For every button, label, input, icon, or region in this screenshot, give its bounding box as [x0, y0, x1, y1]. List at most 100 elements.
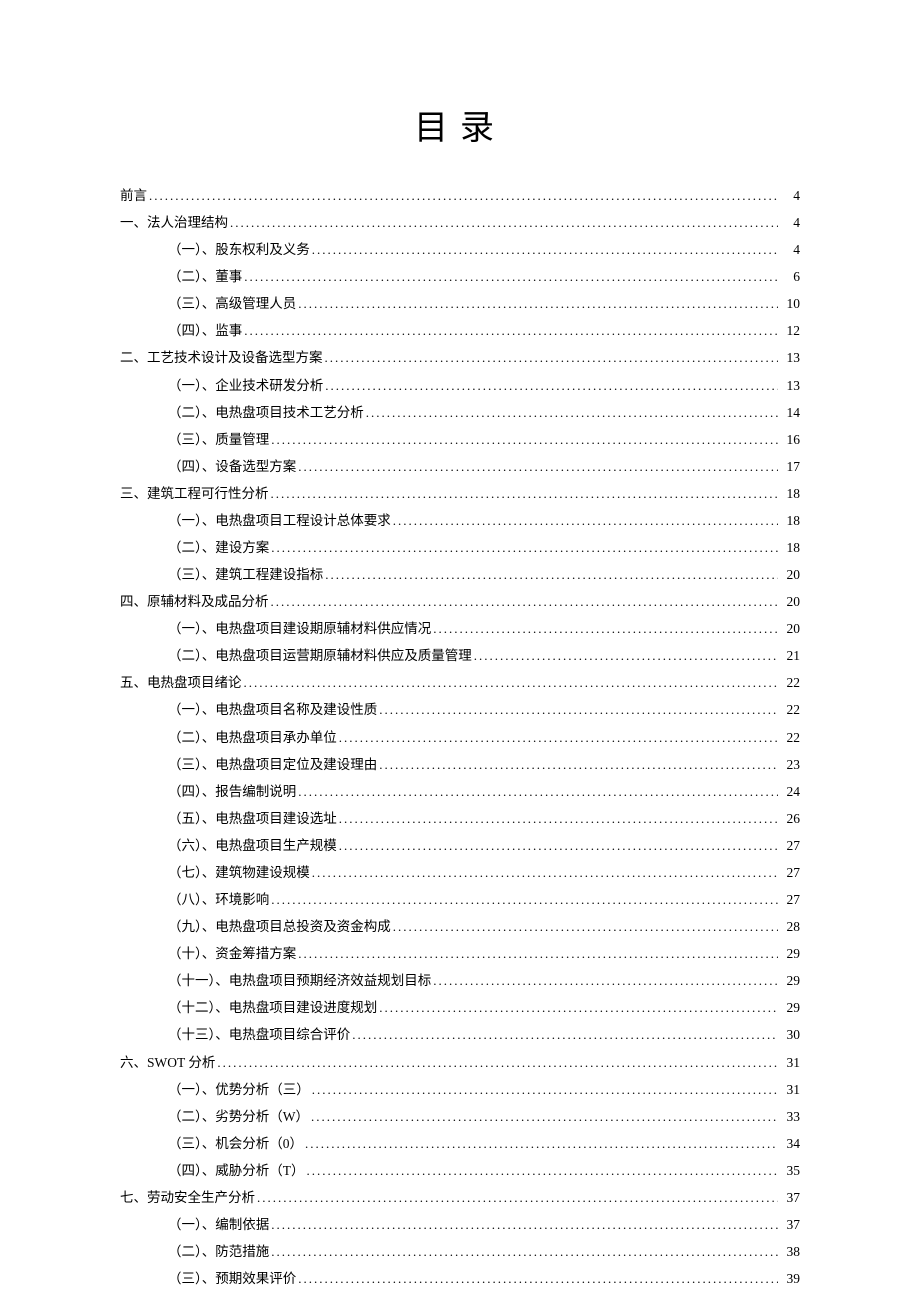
toc-entry-page: 10 [780, 295, 800, 313]
toc-entry-label: （四）、威胁分析（T） [168, 1162, 305, 1180]
toc-entry: 五、电热盘项目绪论22 [120, 674, 800, 692]
toc-entry-page: 23 [780, 756, 800, 774]
toc-entry: （七）、建筑物建设规模27 [120, 864, 800, 882]
toc-entry: （十三）、电热盘项目综合评价30 [120, 1026, 800, 1044]
toc-leader-dots [298, 1271, 778, 1288]
toc-entry: 一、法人治理结构4 [120, 214, 800, 232]
toc-leader-dots [298, 296, 778, 313]
toc-entry-label: 四、原辅材料及成品分析 [120, 593, 269, 611]
toc-entry-page: 4 [780, 241, 800, 259]
toc-leader-dots [230, 215, 778, 232]
toc-entry-page: 27 [780, 891, 800, 909]
toc-entry-label: 二、工艺技术设计及设备选型方案 [120, 349, 323, 367]
toc-entry: （三）、建筑工程建设指标20 [120, 566, 800, 584]
toc-leader-dots [244, 269, 778, 286]
toc-leader-dots [271, 486, 779, 503]
toc-entry-label: （三）、电热盘项目定位及建设理由 [168, 756, 377, 774]
toc-leader-dots [271, 1244, 778, 1261]
toc-entry: （十）、资金筹措方案29 [120, 945, 800, 963]
toc-entry: （二）、建设方案18 [120, 539, 800, 557]
toc-entry-page: 12 [780, 322, 800, 340]
toc-entry-page: 21 [780, 647, 800, 665]
toc-leader-dots [312, 242, 778, 259]
toc-entry-label: （四）、监事 [168, 322, 242, 340]
toc-entry-page: 4 [780, 187, 800, 205]
toc-entry-label: （一）、电热盘项目工程设计总体要求 [168, 512, 391, 530]
toc-entry: （一）、股东权利及义务4 [120, 241, 800, 259]
toc-entry-page: 37 [780, 1189, 800, 1207]
toc-entry: （二）、电热盘项目承办单位 22 [120, 729, 800, 747]
toc-entry: （一）、优势分析（三）31 [120, 1081, 800, 1099]
toc-entry: （四）、威胁分析（T） 35 [120, 1162, 800, 1180]
toc-entry: （九）、电热盘项目总投资及资金构成28 [120, 918, 800, 936]
toc-entry-page: 6 [780, 268, 800, 286]
toc-entry: （十二）、电热盘项目建设进度规划29 [120, 999, 800, 1017]
toc-entry-label: （二）、建设方案 [168, 539, 269, 557]
toc-entry: （二）、劣势分析（W）33 [120, 1108, 800, 1126]
toc-entry-page: 22 [780, 729, 800, 747]
toc-entry-page: 20 [780, 566, 800, 584]
toc-entry-page: 18 [780, 512, 800, 530]
toc-leader-dots [271, 594, 779, 611]
toc-entry-page: 13 [780, 349, 800, 367]
toc-entry-label: 六、SWOT 分析 [120, 1054, 215, 1072]
toc-leader-dots [379, 702, 778, 719]
toc-leader-dots [339, 730, 778, 747]
toc-entry: （一）、编制依据 37 [120, 1216, 800, 1234]
toc-entry-page: 28 [780, 918, 800, 936]
toc-entry-label: （五）、电热盘项目建设选址 [168, 810, 337, 828]
toc-entry: （三）、质量管理16 [120, 431, 800, 449]
toc-entry-page: 30 [780, 1026, 800, 1044]
toc-entry-label: 三、建筑工程可行性分析 [120, 485, 269, 503]
toc-entry-label: （二）、电热盘项目承办单位 [168, 729, 337, 747]
toc-entry-label: （四）、报告编制说明 [168, 783, 296, 801]
toc-entry-label: （一）、编制依据 [168, 1216, 269, 1234]
toc-leader-dots [325, 378, 778, 395]
toc-entry-page: 37 [780, 1216, 800, 1234]
toc-entry: （三）、高级管理人员 10 [120, 295, 800, 313]
toc-entry: （五）、电热盘项目建设选址 26 [120, 810, 800, 828]
toc-entry-label: （三）、机会分析（0） [168, 1135, 303, 1153]
toc-leader-dots [244, 323, 778, 340]
toc-entry-page: 22 [780, 701, 800, 719]
toc-entry: （八）、环境影响 27 [120, 891, 800, 909]
toc-leader-dots [433, 621, 778, 638]
toc-leader-dots [307, 1163, 779, 1180]
toc-leader-dots [149, 188, 778, 205]
toc-entry: （一）、电热盘项目工程设计总体要求 18 [120, 512, 800, 530]
toc-leader-dots [257, 1190, 778, 1207]
toc-entry-page: 27 [780, 864, 800, 882]
toc-leader-dots [271, 540, 778, 557]
toc-leader-dots [312, 865, 778, 882]
toc-entry-page: 24 [780, 783, 800, 801]
toc-entry-page: 20 [780, 593, 800, 611]
toc-entry-label: （一）、电热盘项目建设期原辅材料供应情况 [168, 620, 431, 638]
toc-leader-dots [393, 919, 778, 936]
toc-entry-label: （二）、防范措施 [168, 1243, 269, 1261]
toc-leader-dots [312, 1082, 778, 1099]
toc-entry: 四、原辅材料及成品分析 20 [120, 593, 800, 611]
toc-leader-dots [339, 838, 778, 855]
table-of-contents: 前言4一、法人治理结构4（一）、股东权利及义务4（二）、董事6（三）、高级管理人… [120, 187, 800, 1288]
toc-leader-dots [379, 1000, 778, 1017]
toc-entry: （一）、企业技术研发分析13 [120, 377, 800, 395]
toc-entry-label: （十二）、电热盘项目建设进度规划 [168, 999, 377, 1017]
toc-entry-label: 五、电热盘项目绪论 [120, 674, 242, 692]
toc-entry: （二）、电热盘项目技术工艺分析14 [120, 404, 800, 422]
toc-entry: （六）、电热盘项目生产规模27 [120, 837, 800, 855]
toc-leader-dots [217, 1055, 778, 1072]
toc-entry-label: 一、法人治理结构 [120, 214, 228, 232]
toc-leader-dots [379, 757, 778, 774]
toc-entry: （二）、电热盘项目运营期原辅材料供应及质量管理21 [120, 647, 800, 665]
toc-entry-page: 35 [780, 1162, 800, 1180]
toc-leader-dots [339, 811, 778, 828]
toc-entry-label: （三）、高级管理人员 [168, 295, 296, 313]
toc-entry-page: 26 [780, 810, 800, 828]
toc-entry-label: 前言 [120, 187, 147, 205]
toc-entry-label: 七、劳动安全生产分析 [120, 1189, 255, 1207]
toc-entry-page: 20 [780, 620, 800, 638]
toc-entry-label: （二）、董事 [168, 268, 242, 286]
toc-entry-label: （六）、电热盘项目生产规模 [168, 837, 337, 855]
toc-entry-label: （八）、环境影响 [168, 891, 269, 909]
toc-entry-label: （十）、资金筹措方案 [168, 945, 296, 963]
